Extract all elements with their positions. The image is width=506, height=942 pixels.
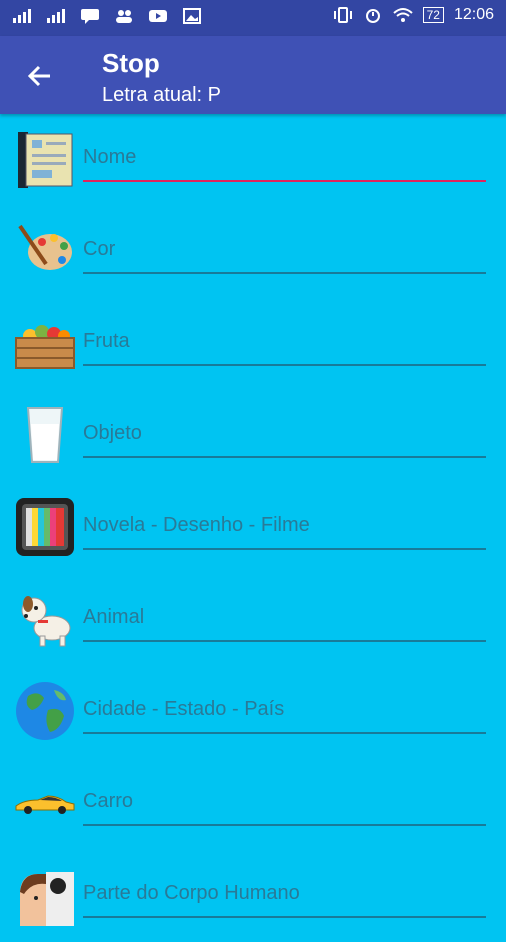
- object-field[interactable]: Objeto: [83, 420, 486, 458]
- message-icon: [81, 9, 99, 24]
- fruit-crate-icon: [15, 325, 75, 369]
- list-item: Nome: [0, 114, 506, 206]
- dog-icon: [21, 596, 71, 647]
- current-letter: Letra atual: P: [102, 84, 221, 106]
- fruit-field[interactable]: Fruta: [83, 328, 486, 366]
- glass-icon: [26, 407, 64, 463]
- body-part-field[interactable]: Parte do Corpo Humano: [83, 880, 486, 918]
- signal-icon: [47, 9, 65, 23]
- list-item: Novela - Desenho - Filme: [0, 482, 506, 574]
- back-arrow-icon[interactable]: [22, 58, 58, 94]
- image-icon: [183, 8, 201, 24]
- list-item: Parte do Corpo Humano: [0, 850, 506, 942]
- globe-icon: [16, 682, 74, 740]
- name-field[interactable]: Nome: [83, 144, 486, 182]
- clock: 12:06: [453, 6, 494, 23]
- animal-field[interactable]: Animal: [83, 604, 486, 642]
- palette-icon: [18, 224, 72, 270]
- book-icon: [18, 132, 73, 188]
- show-field[interactable]: Novela - Desenho - Filme: [83, 512, 486, 550]
- wifi-icon: [392, 8, 413, 22]
- battery-indicator: 72: [422, 7, 444, 23]
- vibrate-icon: [333, 7, 352, 23]
- list-item: Fruta: [0, 298, 506, 390]
- page-title: Stop: [102, 48, 160, 78]
- list-item: Animal: [0, 574, 506, 666]
- app-bar: Stop Letra atual: P: [0, 36, 506, 114]
- car-field[interactable]: Carro: [83, 788, 486, 826]
- list-item: Objeto: [0, 390, 506, 482]
- car-icon: [15, 795, 75, 814]
- people-icon: [116, 10, 132, 23]
- city-field[interactable]: Cidade - Estado - País: [83, 696, 486, 734]
- signal-icon: [13, 9, 31, 23]
- battery-level: 72: [426, 8, 440, 22]
- color-field[interactable]: Cor: [83, 236, 486, 274]
- list-item: Cor: [0, 206, 506, 298]
- status-bar: 72 12:06: [0, 0, 506, 36]
- human-face-icon: [20, 872, 74, 926]
- youtube-icon: [149, 10, 167, 22]
- alarm-icon: [365, 9, 380, 23]
- tv-icon: [16, 498, 74, 556]
- list-item: Carro: [0, 758, 506, 850]
- list-item: Cidade - Estado - País: [0, 666, 506, 758]
